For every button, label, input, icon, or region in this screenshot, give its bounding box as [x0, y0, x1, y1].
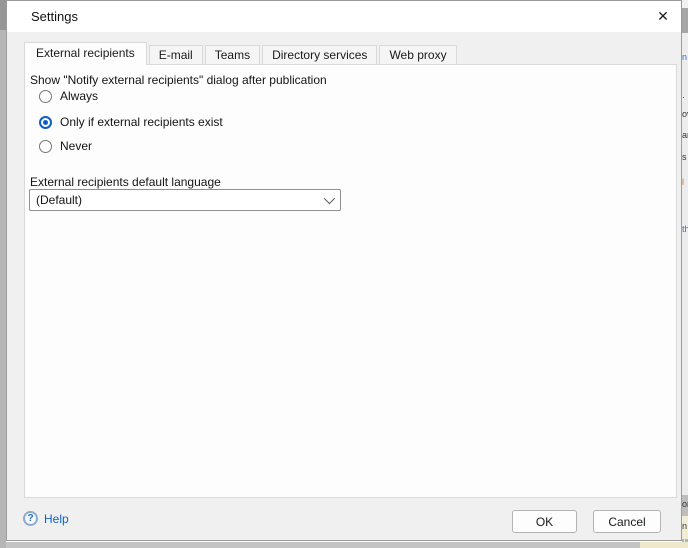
radio-label: Never — [60, 139, 92, 153]
help-icon: ? — [23, 511, 38, 526]
language-label: External recipients default language — [30, 175, 221, 189]
background-text-fragment: th — [682, 224, 688, 234]
ok-button[interactable]: OK — [512, 510, 577, 533]
language-select[interactable]: (Default) — [29, 189, 341, 211]
tab-web-proxy[interactable]: Web proxy — [379, 45, 456, 64]
radio-option-always[interactable]: Always — [39, 89, 98, 103]
screen: n·ovarslthornuub Settings ✕ External rec… — [0, 0, 688, 548]
help-label: Help — [44, 512, 69, 526]
background-text-fragment: or — [682, 499, 688, 509]
background-yellow-patch — [640, 542, 688, 548]
dialog-title: Settings — [31, 9, 78, 24]
tab-bar: External recipients E-mail Teams Directo… — [24, 42, 459, 64]
background-text-fragment: n — [682, 52, 687, 62]
radio-circle-unchecked[interactable] — [39, 90, 52, 103]
dialog-titlebar: Settings ✕ — [7, 1, 681, 32]
radio-option-only-if-external-recipients-exist[interactable]: Only if external recipients exist — [39, 115, 223, 129]
settings-dialog: Settings ✕ External recipients E-mail Te… — [6, 0, 682, 541]
tab-teams[interactable]: Teams — [205, 45, 260, 64]
background-edge-strip: n·ovarslthornuub — [682, 0, 688, 548]
tab-page-external-recipients: Show "Notify external recipients" dialog… — [24, 64, 677, 498]
chevron-down-icon — [324, 193, 335, 204]
tab-directory-services[interactable]: Directory services — [262, 45, 377, 64]
background-text-fragment: · — [682, 92, 685, 102]
radio-label: Always — [60, 89, 98, 103]
tab-email[interactable]: E-mail — [149, 45, 203, 64]
tab-external-recipients[interactable]: External recipients — [24, 42, 147, 65]
background-text-fragment: n — [682, 521, 687, 531]
close-icon[interactable]: ✕ — [647, 2, 679, 30]
radio-label: Only if external recipients exist — [60, 115, 223, 129]
radio-group-label: Show "Notify external recipients" dialog… — [30, 73, 327, 87]
background-text-fragment: ar — [682, 130, 688, 140]
cancel-button[interactable]: Cancel — [593, 510, 661, 533]
background-window-bottom-sliver — [6, 542, 688, 548]
radio-circle-unchecked[interactable] — [39, 140, 52, 153]
background-text-fragment: l — [682, 177, 684, 187]
radio-option-never[interactable]: Never — [39, 139, 92, 153]
background-text-fragment: ov — [682, 109, 688, 119]
help-link[interactable]: ? Help — [23, 511, 69, 526]
language-selected-value: (Default) — [36, 193, 324, 207]
background-text-fragment: s — [682, 152, 687, 162]
radio-circle-checked[interactable] — [39, 116, 52, 129]
